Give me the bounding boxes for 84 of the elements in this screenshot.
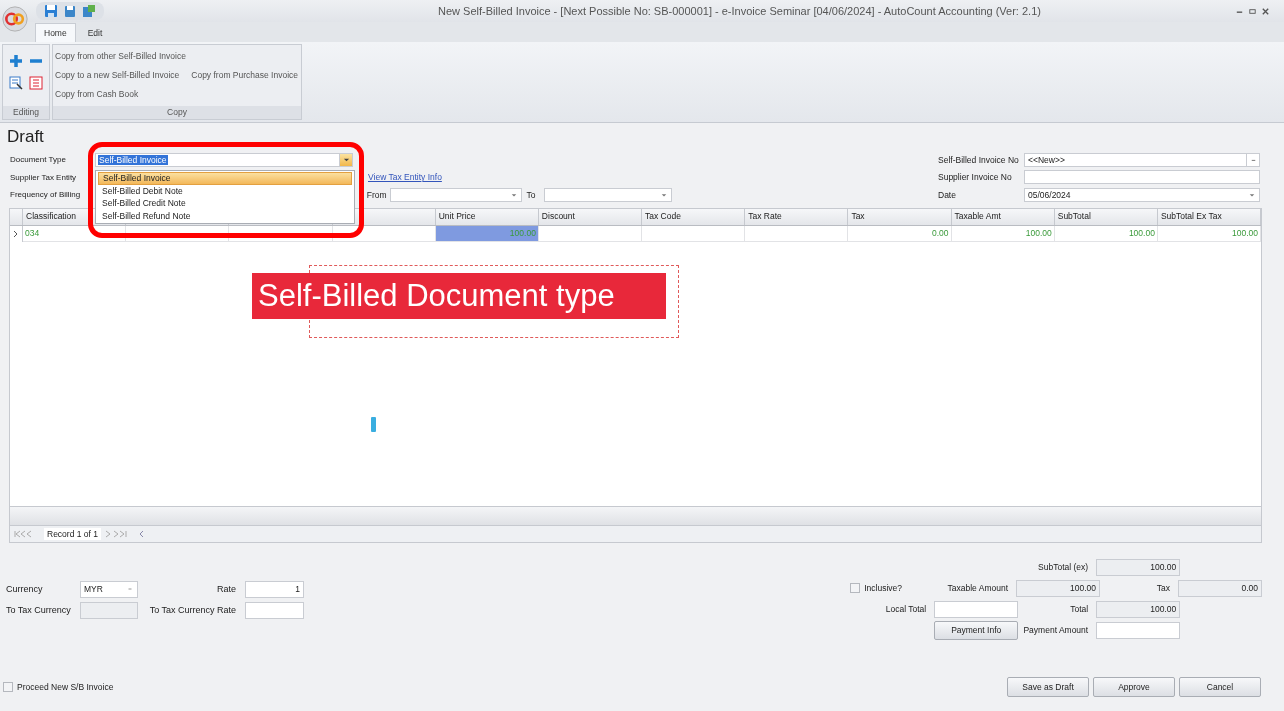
scroll-left-icon[interactable]	[139, 529, 146, 538]
column-header[interactable]: Unit Price	[435, 208, 539, 225]
field-label: Payment Amount	[1022, 625, 1089, 635]
restore-icon[interactable]	[1248, 6, 1257, 16]
table-cell: 0.00	[848, 225, 952, 242]
field-label: From	[366, 189, 388, 200]
save-copy-icon[interactable]	[82, 4, 96, 18]
document-type-combo[interactable]: Self-Billed Invoice	[95, 152, 353, 167]
table-cell: 100.00	[1157, 225, 1262, 242]
action-button[interactable]: Save as Draft	[1007, 676, 1089, 697]
field-label: Local Total	[884, 604, 927, 614]
scroll-bar[interactable]	[10, 505, 1261, 526]
dropdown-option[interactable]: Self-Billed Debit Note	[98, 184, 352, 197]
column-header[interactable]: Taxable Amt	[951, 208, 1055, 225]
dropdown-icon	[342, 156, 350, 164]
from-combo[interactable]	[389, 187, 523, 202]
text-field[interactable]	[1024, 170, 1260, 185]
ribbon-command[interactable]: Copy from Cash Book	[55, 88, 180, 99]
field-label: SubTotal (ex)	[1037, 562, 1089, 572]
field-label: Supplier Invoice No	[938, 172, 1013, 183]
taxable-amount-field: 100.00	[1016, 579, 1100, 597]
group-title: Copy	[53, 106, 301, 119]
tax-field: 0.00	[1178, 579, 1262, 597]
total-field: 100.00	[1096, 600, 1181, 618]
ribbon-command[interactable]: Copy from other Self-Billed Invoice	[55, 50, 299, 61]
close-icon[interactable]	[1261, 6, 1270, 16]
ribbon-tab[interactable]: Home	[35, 23, 76, 42]
action-button[interactable]: Cancel	[1179, 676, 1261, 697]
group-title: Editing	[3, 106, 49, 119]
dropdown-icon	[661, 191, 667, 198]
dropdown-icon	[511, 191, 518, 198]
proceed-checkbox[interactable]: Proceed New S/B Invoice	[3, 681, 114, 692]
window-title: New Self-Billed Invoice - [Next Possible No: SB-000001] - e-Invoice Seminar [04/06/2024] - AutoCount Accounting (Ver: 2.1)	[437, 5, 1042, 17]
dropdown-option[interactable]: Self-Billed Credit Note	[98, 197, 352, 210]
field-label: Tax	[1155, 583, 1170, 593]
ribbon-command[interactable]: Copy from Purchase Invoice	[191, 69, 299, 80]
dropdown-icon	[1249, 191, 1255, 198]
save-icon[interactable]	[44, 4, 58, 18]
field-label: Date	[938, 189, 957, 200]
field-label: Total	[1069, 604, 1089, 614]
inclusive-checkbox[interactable]: Inclusive?	[850, 583, 902, 593]
column-header[interactable]: Tax Rate	[745, 208, 849, 225]
rate-field[interactable]: 1	[245, 580, 304, 598]
subtotal-field: 100.00	[1096, 558, 1181, 576]
dropdown-icon	[127, 586, 133, 592]
ribbon-command[interactable]: Copy to a new Self-Billed Invoice	[55, 69, 180, 80]
column-header[interactable]: Tax Code	[642, 208, 746, 225]
field-label: Taxable Amount	[946, 583, 1008, 593]
field-label: To Tax Currency Rate	[148, 605, 236, 615]
field-label: Self-Billed Invoice No	[938, 154, 1020, 165]
currency-combo[interactable]: MYR	[80, 580, 138, 598]
table-cell: 100.00	[951, 225, 1055, 242]
dropdown-option[interactable]: Self-Billed Invoice	[98, 172, 352, 185]
date-field[interactable]: 05/06/2024	[1024, 187, 1260, 202]
column-header[interactable]: Tax	[848, 208, 952, 225]
status-heading: Draft	[7, 127, 44, 147]
field-label: Currency	[6, 584, 44, 594]
tax-currency-rate-field[interactable]	[245, 601, 304, 619]
save-icon[interactable]	[63, 4, 77, 18]
action-button[interactable]: Approve	[1093, 676, 1175, 697]
payment-amount-field[interactable]	[1096, 621, 1181, 639]
select-icon[interactable]	[8, 75, 24, 91]
number-combo[interactable]: <<New>>	[1024, 152, 1260, 167]
field-label: Supplier Tax Entity	[10, 172, 78, 182]
view-tax-entity-link[interactable]: View Tax Entity Info	[368, 172, 442, 183]
field-label: To	[526, 189, 537, 200]
to-combo[interactable]	[544, 187, 672, 202]
column-header[interactable]: Discount	[538, 208, 643, 225]
column-header[interactable]: SubTotal	[1054, 208, 1158, 225]
table-cell: 100.00	[1054, 225, 1158, 242]
field-label: Frequency of Billing	[10, 190, 82, 200]
field-label: Rate	[216, 584, 236, 594]
ribbon-tab[interactable]: Edit	[79, 24, 111, 42]
table-cell: 034	[23, 225, 127, 242]
annotation-caption: Self-Billed Document type	[252, 273, 666, 319]
cursor-mark	[371, 417, 376, 432]
add-icon[interactable]	[8, 53, 24, 69]
tax-currency-field[interactable]	[80, 601, 138, 619]
column-header[interactable]: SubTotal Ex Tax	[1157, 208, 1262, 225]
local-total-field[interactable]	[934, 600, 1019, 618]
field-label: To Tax Currency	[6, 605, 72, 615]
record-counter: Record 1 of 1	[44, 527, 102, 540]
payment-info-button[interactable]: Payment Info	[934, 620, 1019, 640]
field-label: Document Type	[10, 155, 67, 165]
